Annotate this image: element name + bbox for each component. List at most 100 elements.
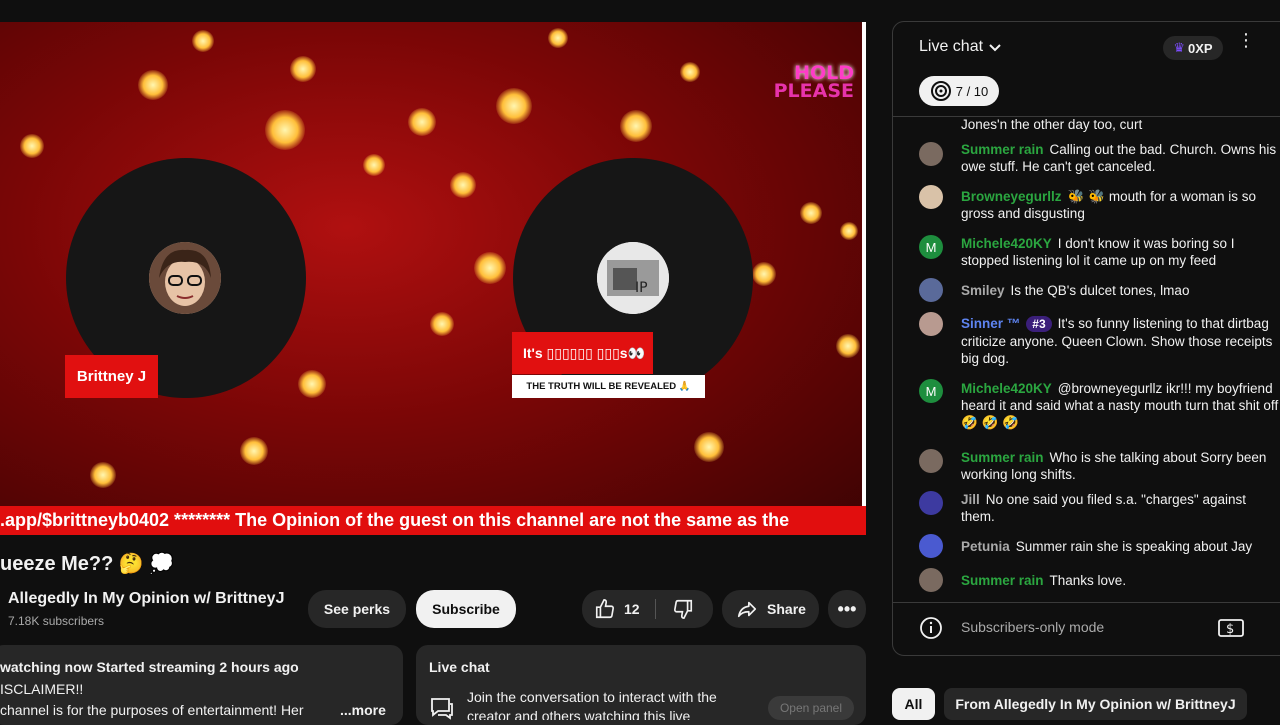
stream-stats: watching now Started streaming 2 hours a… bbox=[0, 659, 299, 675]
chat-message: Browneyegurllz 🐝 🐝 mouth for a woman is so… bbox=[961, 189, 1256, 221]
target-icon bbox=[930, 81, 951, 101]
engagement-progress-chip[interactable]: 7 / 10 bbox=[919, 76, 999, 106]
thumbs-down-icon bbox=[673, 599, 693, 619]
host-avatar bbox=[149, 242, 221, 314]
divider bbox=[655, 599, 656, 619]
like-count: 12 bbox=[624, 601, 640, 617]
chat-message: Michele420KY @browneyegurllz ikr!!! my bo… bbox=[961, 381, 1279, 430]
chat-message: Smiley Is the QB's dulcet tones, lmao bbox=[961, 283, 1190, 298]
bokeh-light bbox=[90, 462, 116, 488]
chat-menu-button[interactable]: ⋮ bbox=[1237, 31, 1255, 49]
chat-message: Michele420KY I don't know it was boring s… bbox=[961, 236, 1235, 268]
bokeh-light bbox=[240, 437, 268, 465]
chat-mode-dropdown[interactable]: Live chat bbox=[919, 38, 1003, 56]
like-dislike-group: 12 bbox=[582, 590, 713, 628]
channel-name[interactable]: Allegedly In My Opinion w/ BrittneyJ bbox=[8, 590, 284, 608]
chat-message: Jones'n the other day too, curt bbox=[961, 117, 1143, 132]
bokeh-light bbox=[474, 252, 506, 284]
user-avatar bbox=[919, 278, 943, 302]
xp-badge[interactable]: ♛ 0XP bbox=[1163, 36, 1223, 60]
user-avatar bbox=[919, 312, 943, 336]
share-button[interactable]: Share bbox=[722, 590, 819, 628]
bokeh-light bbox=[836, 334, 860, 358]
see-perks-button[interactable]: See perks bbox=[308, 590, 406, 628]
chat-title: Live chat bbox=[919, 38, 984, 55]
guest-avatar: IP bbox=[597, 242, 669, 314]
more-horizontal-icon: ••• bbox=[837, 598, 857, 619]
video-player[interactable]: HOLD PLEASE Brittney J IP It's ▯▯▯▯▯▯ ▯▯… bbox=[0, 22, 866, 535]
user-avatar bbox=[919, 534, 943, 558]
bokeh-light bbox=[265, 110, 305, 150]
chat-author: Petunia bbox=[961, 539, 1010, 554]
chip-all[interactable]: All bbox=[892, 688, 935, 720]
live-chat-teaser-title: Live chat bbox=[429, 659, 490, 675]
info-icon[interactable] bbox=[919, 616, 943, 640]
chat-author: Sinner ™ bbox=[961, 316, 1021, 331]
user-avatar bbox=[919, 142, 943, 166]
bokeh-light bbox=[298, 370, 326, 398]
emoji-icon: 🐝 🐝 bbox=[1067, 189, 1105, 204]
crown-icon: ♛ bbox=[1173, 40, 1186, 55]
description-line: channel is for the purposes of entertain… bbox=[0, 702, 304, 718]
guest-caption-tag: It's ▯▯▯▯▯▯ ▯▯▯s👀 bbox=[512, 332, 653, 374]
bokeh-light bbox=[752, 262, 776, 286]
like-button[interactable]: 12 bbox=[594, 598, 640, 620]
user-avatar bbox=[919, 185, 943, 209]
video-edge-bar bbox=[862, 22, 866, 510]
guest-subcaption: THE TRUTH WILL BE REVEALED 🙏 bbox=[512, 375, 705, 398]
open-panel-button[interactable]: Open panel bbox=[768, 696, 854, 720]
user-avatar bbox=[919, 491, 943, 515]
chat-message: Summer rain Thanks love. bbox=[961, 573, 1127, 588]
chat-author: Michele420KY bbox=[961, 381, 1052, 396]
chat-author: Summer rain bbox=[961, 142, 1044, 157]
subscribe-button[interactable]: Subscribe bbox=[416, 590, 516, 628]
bokeh-light bbox=[290, 56, 316, 82]
user-avatar: M bbox=[919, 379, 943, 403]
chat-mode-notice: Subscribers-only mode bbox=[961, 619, 1105, 635]
xp-value: 0XP bbox=[1188, 40, 1213, 56]
show-more-link[interactable]: ...more bbox=[340, 702, 386, 718]
bokeh-light bbox=[840, 222, 858, 240]
video-title: ueeze Me?? 🤔 💭 bbox=[0, 553, 175, 575]
user-avatar bbox=[919, 449, 943, 473]
chat-author: Browneyegurllz bbox=[961, 189, 1062, 204]
live-chat-teaser-text: Join the conversation to interact with t… bbox=[467, 689, 717, 720]
chat-bubble-icon bbox=[431, 698, 453, 720]
chat-message: Petunia Summer rain she is speaking about… bbox=[961, 539, 1253, 554]
chat-author: Michele420KY bbox=[961, 236, 1052, 251]
chip-from-channel[interactable]: From Allegedly In My Opinion w/ Brittney… bbox=[944, 688, 1247, 720]
chat-author: Jill bbox=[961, 492, 980, 507]
chat-author: Smiley bbox=[961, 283, 1005, 298]
chat-message: Jill No one said you filed s.a. "charges"… bbox=[961, 492, 1247, 524]
bokeh-light bbox=[548, 28, 568, 48]
rank-badge: #3 bbox=[1026, 316, 1052, 332]
chat-message: Summer rain Calling out the bad. Church. … bbox=[961, 142, 1277, 174]
bokeh-light bbox=[20, 134, 44, 158]
chevron-down-icon bbox=[989, 44, 1001, 52]
bokeh-light bbox=[496, 88, 532, 124]
share-icon bbox=[737, 601, 757, 618]
bokeh-light bbox=[694, 432, 724, 462]
dislike-button[interactable] bbox=[672, 598, 694, 623]
bokeh-light bbox=[800, 202, 822, 224]
divider bbox=[893, 602, 1280, 603]
chat-message: Sinner ™ #3 It's so funny listening to tha… bbox=[961, 316, 1273, 366]
svg-text:$: $ bbox=[1226, 622, 1234, 637]
progress-value: 7 / 10 bbox=[955, 83, 989, 99]
subscriber-count: 7.18K subscribers bbox=[8, 614, 105, 628]
description-line: ISCLAIMER!! bbox=[0, 681, 84, 697]
bokeh-light bbox=[408, 108, 436, 136]
live-chat-panel: Live chat ♛ 0XP ⋮ 7 / 10 Jones'n the oth… bbox=[892, 21, 1280, 656]
super-chat-icon[interactable]: $ bbox=[1217, 616, 1245, 640]
hold-please-logo: HOLD PLEASE bbox=[773, 62, 854, 102]
chat-author: Summer rain bbox=[961, 450, 1044, 465]
bokeh-light bbox=[192, 30, 214, 52]
more-vertical-icon: ⋮ bbox=[1237, 30, 1255, 50]
bokeh-light bbox=[450, 172, 476, 198]
svg-text:IP: IP bbox=[635, 280, 648, 296]
bokeh-light bbox=[138, 70, 168, 100]
bokeh-light bbox=[430, 312, 454, 336]
thumbs-up-icon bbox=[595, 599, 615, 619]
more-actions-button[interactable]: ••• bbox=[828, 590, 866, 628]
share-label: Share bbox=[767, 601, 806, 617]
